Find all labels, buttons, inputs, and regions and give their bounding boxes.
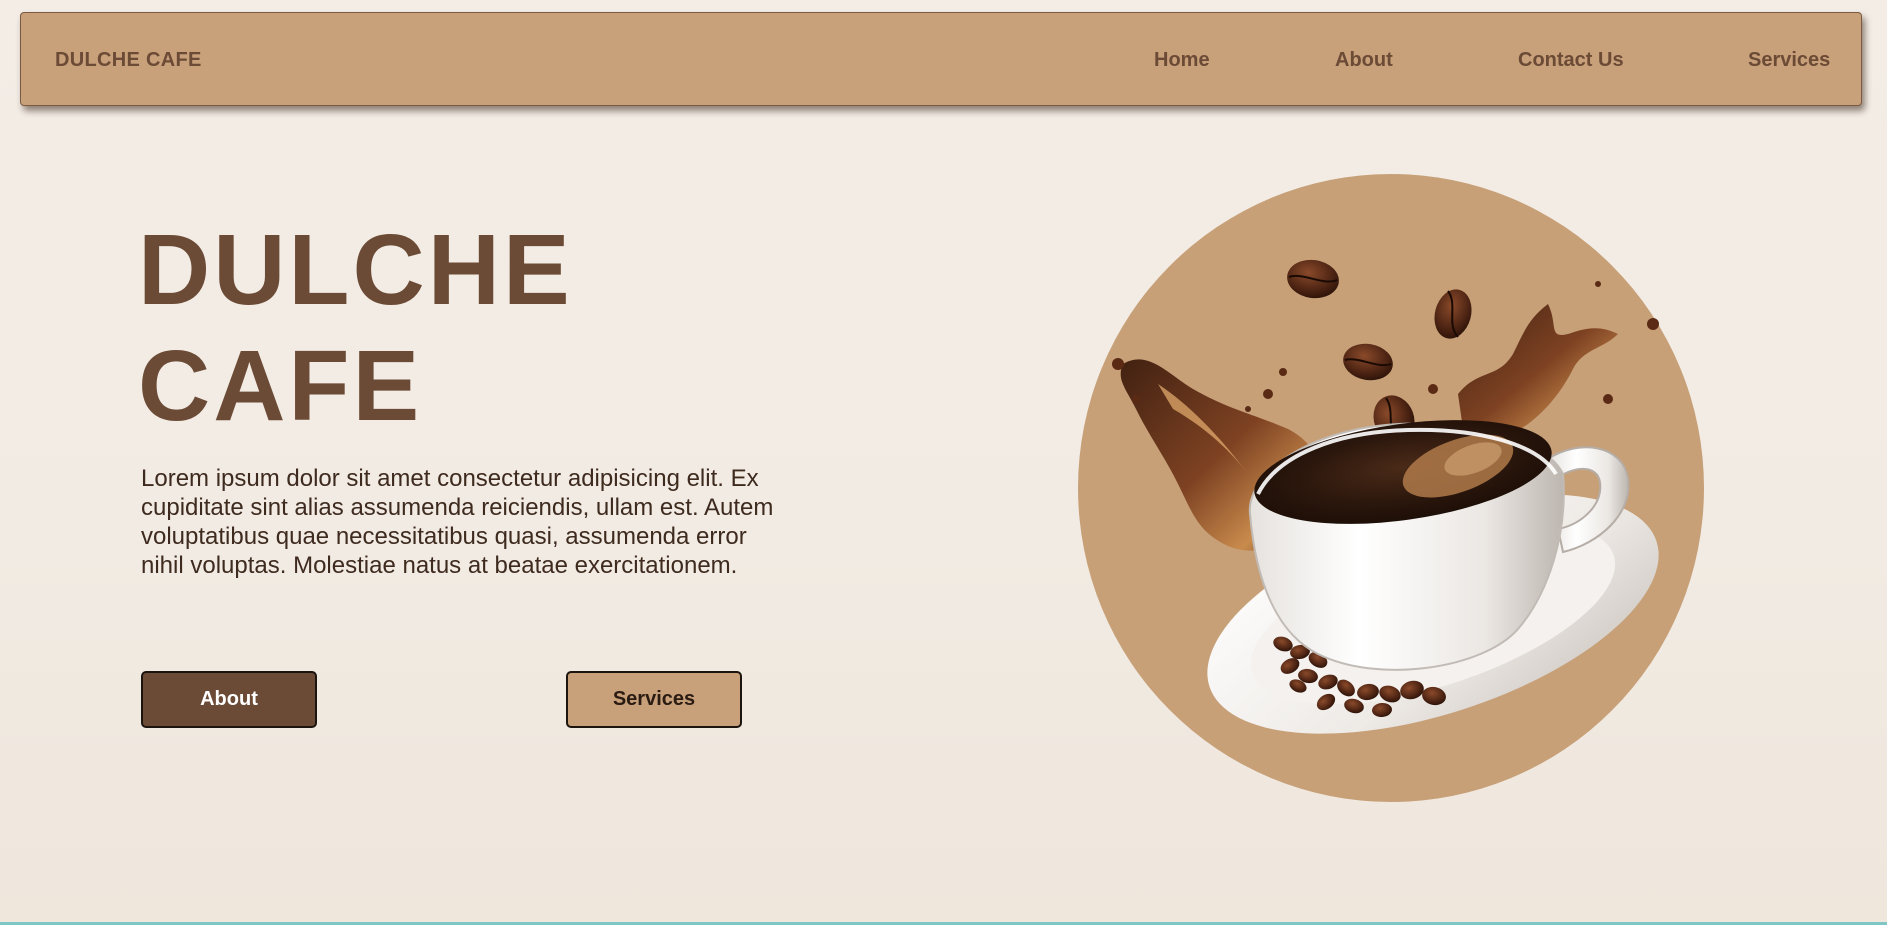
coffee-cup-image xyxy=(1078,174,1704,802)
top-navbar: DULCHE CAFE Home About Contact Us Servic… xyxy=(20,12,1862,106)
about-button[interactable]: About xyxy=(141,671,317,728)
hero-title: DULCHE CAFE xyxy=(138,212,573,444)
nav-link-home[interactable]: Home xyxy=(1154,49,1210,72)
nav-link-about[interactable]: About xyxy=(1335,49,1393,72)
nav-link-contact-us[interactable]: Contact Us xyxy=(1518,49,1624,72)
brand-logo-text[interactable]: DULCHE CAFE xyxy=(55,49,202,72)
hero-description: Lorem ipsum dolor sit amet consectetur a… xyxy=(141,465,774,579)
hero-title-line-1: DULCHE xyxy=(138,214,573,326)
services-button[interactable]: Services xyxy=(566,671,742,728)
hero-title-line-2: CAFE xyxy=(138,330,423,442)
nav-link-services[interactable]: Services xyxy=(1748,49,1830,72)
